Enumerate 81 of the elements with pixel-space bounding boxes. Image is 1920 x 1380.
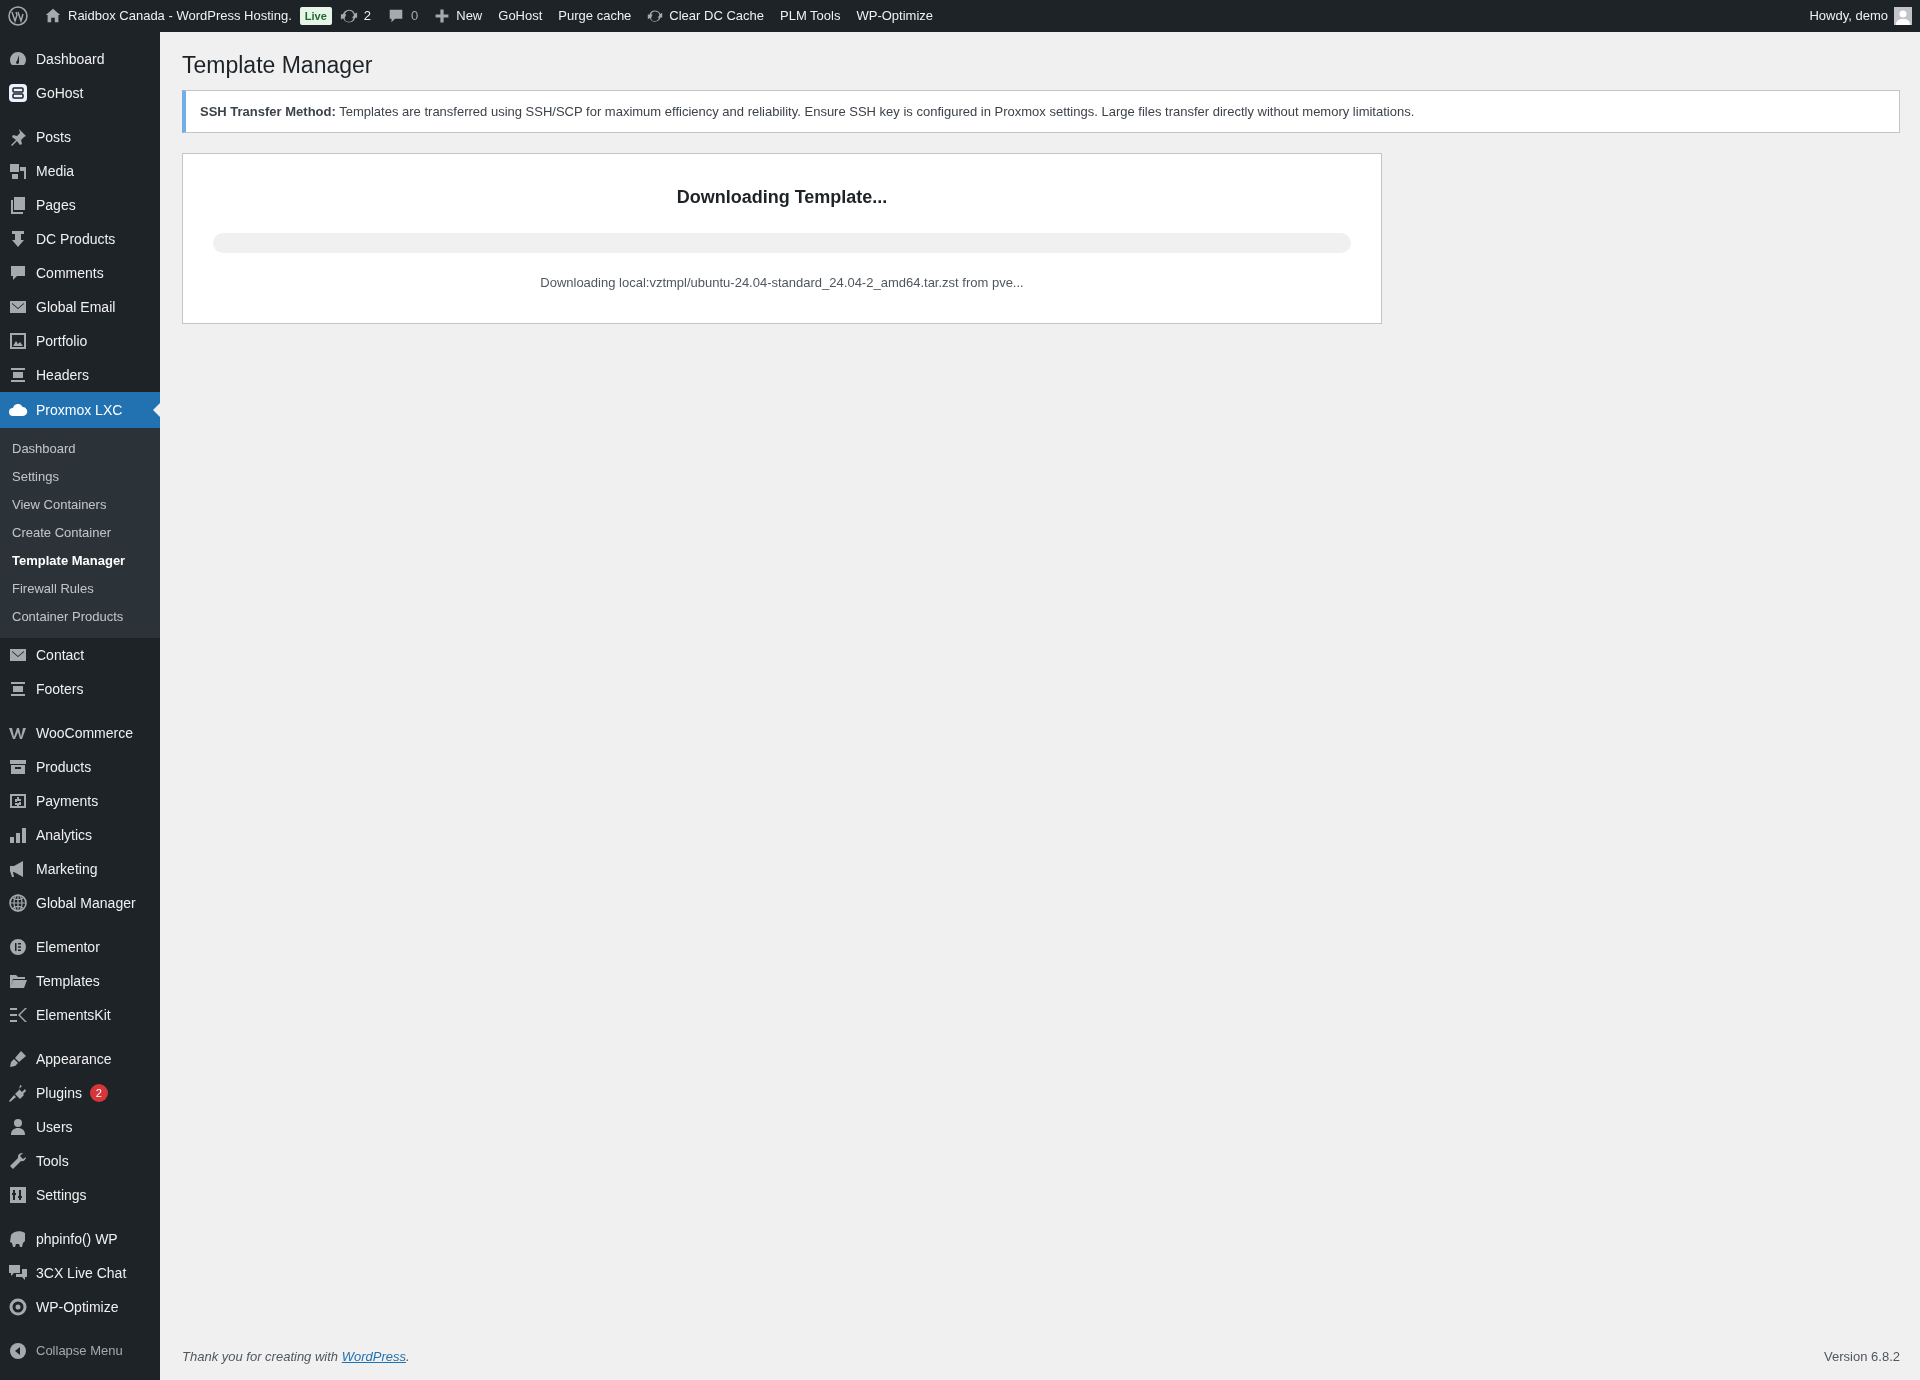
toolbar-link[interactable]: GoHost <box>490 0 551 32</box>
menu-item[interactable]: Users <box>0 1110 160 1144</box>
toolbar-link[interactable]: Clear DC Cache <box>639 0 772 32</box>
pages-icon <box>8 195 28 215</box>
media-icon <box>8 161 28 181</box>
menu-item[interactable]: Templates <box>0 964 160 998</box>
bar-chart-icon <box>8 825 28 845</box>
live-badge: Live <box>299 6 332 26</box>
plus-icon <box>434 8 451 24</box>
collapse-icon <box>8 1341 28 1361</box>
menu-item[interactable]: Footers <box>0 672 160 706</box>
sliders-icon <box>8 1185 28 1205</box>
menu-item[interactable]: Portfolio <box>0 324 160 358</box>
avatar-icon <box>1894 7 1912 25</box>
globe-icon <box>8 893 28 913</box>
menu-item[interactable]: Contact <box>0 638 160 672</box>
brush-icon <box>8 1049 28 1069</box>
menu-item[interactable]: Posts <box>0 120 160 154</box>
account-menu[interactable]: Howdy, demo <box>1801 0 1920 32</box>
menu-item[interactable]: Payments <box>0 784 160 818</box>
submenu-item[interactable]: Dashboard <box>0 435 160 463</box>
site-name-link[interactable]: Raidbox Canada - WordPress Hosting. <box>36 0 300 32</box>
toolbar-link[interactable]: Purge cache <box>550 0 640 32</box>
menu-item[interactable]: Elementor <box>0 930 160 964</box>
menu-item[interactable]: Settings <box>0 1178 160 1212</box>
updates-link[interactable]: 2 <box>331 0 379 32</box>
menu-item[interactable]: Products <box>0 750 160 784</box>
menu-item[interactable]: DC Products <box>0 222 160 256</box>
menu-item[interactable]: Comments <box>0 256 160 290</box>
toolbar-link[interactable]: PLM Tools <box>772 0 849 32</box>
menu-item[interactable]: Media <box>0 154 160 188</box>
submenu-item[interactable]: Create Container <box>0 519 160 547</box>
server-icon <box>8 83 28 103</box>
download-title: Downloading Template... <box>675 186 889 210</box>
ring-icon <box>8 1297 28 1317</box>
picture-icon <box>8 331 28 351</box>
menu-item[interactable]: Pages <box>0 188 160 222</box>
menu-item[interactable]: phpinfo() WP <box>0 1222 160 1256</box>
refresh-icon <box>339 7 358 25</box>
menu-item[interactable]: Plugins 2 <box>0 1076 160 1110</box>
menu-item[interactable]: ElementsKit <box>0 998 160 1032</box>
menu-item[interactable]: Proxmox LXC <box>0 392 160 428</box>
collapse-menu-button[interactable]: Collapse Menu <box>0 1334 160 1368</box>
submenu-item[interactable]: Settings <box>0 463 160 491</box>
submenu-item[interactable]: Template Manager <box>0 547 160 575</box>
lines-icon <box>8 679 28 699</box>
person-icon <box>8 1117 28 1137</box>
footer-thanks: Thank you for creating with WordPress. <box>182 1347 410 1366</box>
menu-item[interactable]: Global Manager <box>0 886 160 920</box>
new-link[interactable]: New <box>426 0 491 32</box>
home-icon <box>44 7 62 25</box>
menu-item[interactable]: Tools <box>0 1144 160 1178</box>
menu-item[interactable]: WooCommerce <box>0 716 160 750</box>
lines-icon <box>8 365 28 385</box>
menu-item[interactable]: Marketing <box>0 852 160 886</box>
box-icon <box>8 757 28 777</box>
dollar-icon <box>8 791 28 811</box>
circle-e-icon <box>8 937 28 957</box>
submenu-item[interactable]: Firewall Rules <box>0 575 160 603</box>
refresh-icon <box>647 8 664 24</box>
toolbar-link[interactable]: WP-Optimize <box>848 0 942 32</box>
menu-item[interactable]: GoHost <box>0 76 160 110</box>
wrench-icon <box>8 1151 28 1171</box>
plug-icon <box>8 1083 28 1103</box>
menu-item[interactable]: Analytics <box>0 818 160 852</box>
submenu-item[interactable]: Container Products <box>0 603 160 631</box>
menu-item[interactable]: 3CX Live Chat <box>0 1256 160 1290</box>
speech-bubble-icon <box>8 263 28 283</box>
menu-item[interactable]: Appearance <box>0 1042 160 1076</box>
version-text: Version 6.8.2 <box>1824 1347 1900 1366</box>
info-notice: SSH Transfer Method: Templates are transferred using SSH/SCP for maximum efficiency and reliability. Ensure SSH key is configured in Proxmox settings. Large files transfer directly without memory limitations. <box>182 89 1900 134</box>
menu-item[interactable]: Dashboard <box>0 42 160 76</box>
comments-link[interactable]: 0 <box>379 0 427 32</box>
submenu-item[interactable]: View Containers <box>0 491 160 519</box>
page-title: Template Manager <box>182 52 374 80</box>
count-badge: 2 <box>89 1084 108 1102</box>
menu-item[interactable]: WP-Optimize <box>0 1290 160 1324</box>
download-status: Downloading local:vztmpl/ubuntu-24.04-standard_24.04-2_amd64.tar.zst from pve... <box>539 274 1025 293</box>
menu-item[interactable]: Headers <box>0 358 160 392</box>
wordpress-link[interactable]: WordPress <box>341 1348 406 1364</box>
menu-item[interactable]: Global Email <box>0 290 160 324</box>
